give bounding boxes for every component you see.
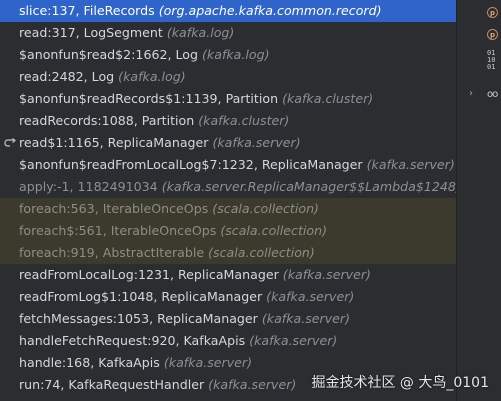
stack-frame-row[interactable]: foreach:563, IterableOnceOps (scala.coll… xyxy=(0,198,456,220)
stack-frame-row[interactable]: foreach$:561, IterableOnceOps (scala.col… xyxy=(0,220,456,242)
frame-method: slice:137, FileRecords xyxy=(19,3,155,18)
frame-method: readRecords:1088, Partition xyxy=(19,113,195,128)
frame-method: foreach$:561, IterableOnceOps xyxy=(19,223,217,238)
stack-frame-row[interactable]: handle:168, KafkaApis (kafka.server) xyxy=(0,352,456,374)
watch-glasses-icon[interactable]: oo xyxy=(487,89,501,105)
binary-array-icon[interactable]: 01 10 01 xyxy=(487,50,501,71)
frame-method: read$1:1165, ReplicaManager xyxy=(19,135,209,150)
frame-method: read:317, LogSegment xyxy=(19,25,163,40)
frame-package: (kafka.cluster) xyxy=(282,91,374,106)
frame-method: handleFetchRequest:920, KafkaApis xyxy=(19,333,246,348)
frame-method: apply:-1, 1182491034 xyxy=(19,179,158,194)
frame-package: (kafka.server) xyxy=(208,377,297,392)
stack-frame-row[interactable]: readFromLog$1:1048, ReplicaManager (kafk… xyxy=(0,286,456,308)
stack-frame-row[interactable]: read$1:1165, ReplicaManager (kafka.serve… xyxy=(0,132,456,154)
return-arrow-icon[interactable] xyxy=(3,132,17,154)
frame-method: $anonfun$read$2:1662, Log xyxy=(19,47,198,62)
frame-method: readFromLog$1:1048, ReplicaManager xyxy=(19,289,263,304)
stack-frame-row[interactable]: read:317, LogSegment (kafka.log) xyxy=(0,22,456,44)
frame-method: handle:168, KafkaApis xyxy=(19,355,160,370)
frame-package: (kafka.server) xyxy=(261,311,351,326)
stack-frame-row[interactable]: read:2482, Log (kafka.log) xyxy=(0,66,456,88)
frame-package: (kafka.server) xyxy=(282,267,371,282)
stack-frame-row[interactable]: apply:-1, 1182491034 (kafka.server.Repli… xyxy=(0,176,456,198)
frame-package: (kafka.server) xyxy=(366,157,455,172)
frame-method: read:2482, Log xyxy=(19,69,115,84)
variables-panel: p p 01 10 01 › oo xyxy=(457,0,501,401)
stack-frame-row[interactable]: readRecords:1088, Partition (kafka.clust… xyxy=(0,110,456,132)
frame-package: (org.apache.kafka.common.record) xyxy=(158,3,382,18)
stack-frame-row[interactable]: fetchMessages:1053, ReplicaManager (kafk… xyxy=(0,308,456,330)
stack-frame-row[interactable]: $anonfun$readFromLocalLog$7:1232, Replic… xyxy=(0,154,456,176)
field-p-icon[interactable]: p xyxy=(487,7,501,23)
field-p-icon[interactable]: p xyxy=(487,29,501,45)
frame-method: fetchMessages:1053, ReplicaManager xyxy=(19,311,258,326)
frame-package: (kafka.server) xyxy=(163,355,253,370)
frame-package: (kafka.server) xyxy=(266,289,355,304)
frame-method: foreach:563, IterableOnceOps xyxy=(19,201,209,216)
frame-package: (scala.collection) xyxy=(208,245,315,260)
stack-frame-row[interactable]: $anonfun$read$2:1662, Log (kafka.log) xyxy=(0,44,456,66)
frame-package: (kafka.server) xyxy=(249,333,338,348)
frames-list[interactable]: slice:137, FileRecords (org.apache.kafka… xyxy=(0,0,456,401)
stack-frame-row[interactable]: readFromLocalLog:1231, ReplicaManager (k… xyxy=(0,264,456,286)
stack-frame-row[interactable]: foreach:919, AbstractIterable (scala.col… xyxy=(0,242,456,264)
stack-frame-row[interactable]: handleFetchRequest:920, KafkaApis (kafka… xyxy=(0,330,456,352)
frame-method: foreach:919, AbstractIterable xyxy=(19,245,205,260)
stack-frame-row[interactable]: $anonfun$readRecords$1:1139, Partition (… xyxy=(0,88,456,110)
frame-method: $anonfun$readRecords$1:1139, Partition xyxy=(19,91,279,106)
frame-package: (kafka.server.ReplicaManager$$Lambda$124… xyxy=(161,179,456,194)
frame-method: readFromLocalLog:1231, ReplicaManager xyxy=(19,267,279,282)
frame-package: (kafka.log) xyxy=(202,47,270,62)
frame-package: (kafka.log) xyxy=(166,25,235,40)
watermark: 掘金技术社区 @ 大鸟_0101 xyxy=(311,375,489,391)
expand-chevron-icon[interactable]: › xyxy=(469,88,473,99)
frame-method: run:74, KafkaRequestHandler xyxy=(19,377,205,392)
frame-package: (scala.collection) xyxy=(220,223,327,238)
frame-package: (scala.collection) xyxy=(212,201,319,216)
frame-package: (kafka.server) xyxy=(212,135,301,150)
debugger-panel: slice:137, FileRecords (org.apache.kafka… xyxy=(0,0,501,401)
frame-method: $anonfun$readFromLocalLog$7:1232, Replic… xyxy=(19,157,363,172)
frame-package: (kafka.cluster) xyxy=(198,113,290,128)
frame-package: (kafka.log) xyxy=(118,69,186,84)
stack-frame-row[interactable]: slice:137, FileRecords (org.apache.kafka… xyxy=(0,0,456,22)
